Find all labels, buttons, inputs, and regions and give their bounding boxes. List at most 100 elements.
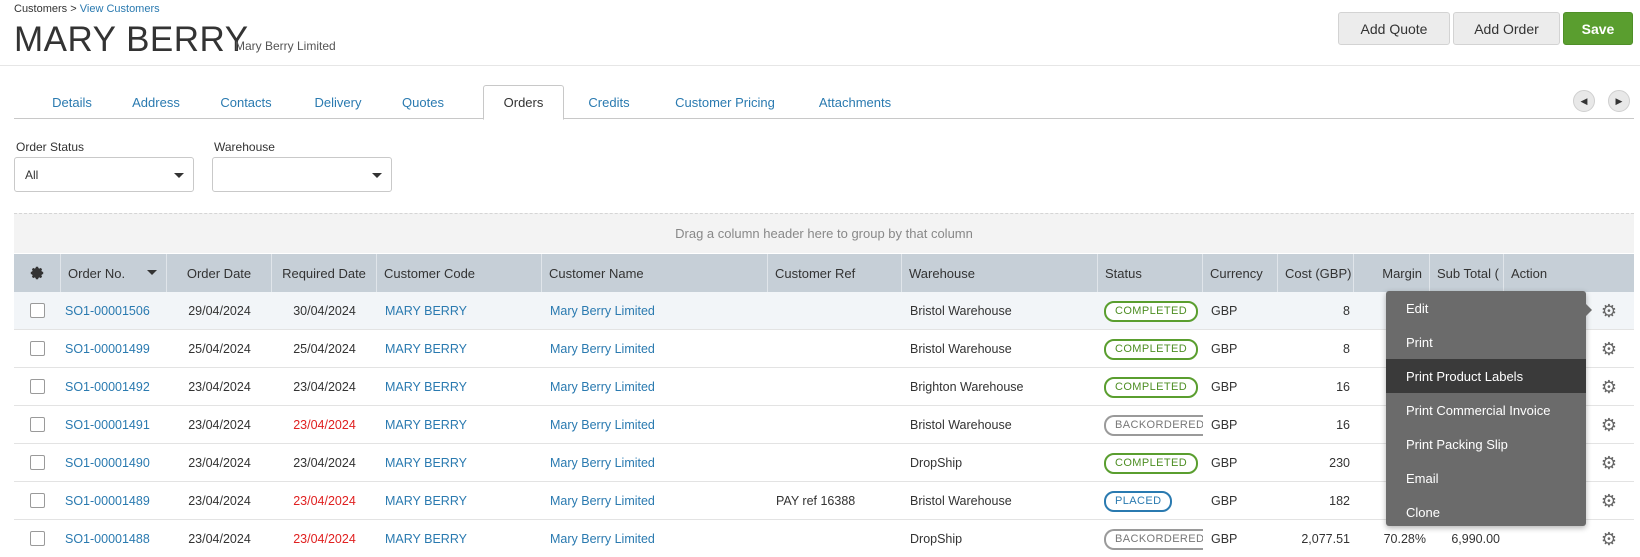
customer-name-link[interactable]: Mary Berry Limited [550, 444, 766, 482]
column-header-currency[interactable]: Currency [1203, 254, 1278, 292]
customer-code-link[interactable]: MARY BERRY [385, 520, 540, 557]
tab-customer-pricing[interactable]: Customer Pricing [654, 85, 796, 119]
column-header-order-no[interactable]: Order No. [61, 254, 167, 292]
group-by-drop-zone[interactable]: Drag a column header here to group by th… [14, 213, 1634, 253]
customer-code-link[interactable]: MARY BERRY [385, 406, 540, 444]
customer-name-link[interactable]: Mary Berry Limited [550, 482, 766, 520]
warehouse-select[interactable] [212, 157, 392, 192]
tab-contacts[interactable]: Contacts [204, 85, 288, 119]
row-action-gear-icon[interactable]: ⚙ [1600, 378, 1618, 396]
page-subtitle: Mary Berry Limited [235, 39, 336, 53]
header-divider [0, 65, 1640, 66]
column-header-sub-total[interactable]: Sub Total ( [1430, 254, 1504, 292]
menu-item-print-commercial-invoice[interactable]: Print Commercial Invoice [1386, 393, 1586, 427]
customer-code-link[interactable]: MARY BERRY [385, 444, 540, 482]
customer-code-link[interactable]: MARY BERRY [385, 368, 540, 406]
tab-attachments[interactable]: Attachments [806, 85, 904, 119]
status-cell: PLACED [1104, 482, 1203, 520]
customer-ref [776, 520, 900, 557]
menu-item-print[interactable]: Print [1386, 325, 1586, 359]
tab-orders[interactable]: Orders [483, 85, 564, 120]
row-action-gear-icon[interactable]: ⚙ [1600, 530, 1618, 548]
column-settings-icon[interactable] [14, 254, 61, 292]
customer-name-link[interactable]: Mary Berry Limited [550, 292, 766, 330]
column-header-customer-name[interactable]: Customer Name [542, 254, 768, 292]
menu-item-email[interactable]: Email [1386, 461, 1586, 495]
tab-details[interactable]: Details [36, 85, 108, 119]
customer-ref [776, 406, 900, 444]
customer-code-link[interactable]: MARY BERRY [385, 482, 540, 520]
order-no-link[interactable]: SO1-00001499 [65, 330, 169, 368]
order-no-link[interactable]: SO1-00001492 [65, 368, 169, 406]
status-badge: COMPLETED [1104, 300, 1199, 322]
status-cell: BACKORDERED [1104, 520, 1203, 557]
required-date: 30/04/2024 [293, 304, 356, 318]
customer-name-link[interactable]: Mary Berry Limited [550, 368, 766, 406]
warehouse: Bristol Warehouse [910, 304, 1012, 318]
customer-ref [776, 330, 900, 368]
customer-code-link[interactable]: MARY BERRY [385, 292, 540, 330]
breadcrumb-customers[interactable]: Customers [14, 3, 67, 15]
row-action-gear-icon[interactable]: ⚙ [1600, 454, 1618, 472]
row-action-gear-icon[interactable]: ⚙ [1600, 416, 1618, 434]
tab-quotes[interactable]: Quotes [388, 85, 458, 119]
column-header-customer-ref[interactable]: Customer Ref [768, 254, 902, 292]
row-action-gear-icon[interactable]: ⚙ [1600, 492, 1618, 510]
status-cell: COMPLETED [1104, 368, 1203, 406]
tab-scroll-left-icon[interactable]: ◀ [1573, 90, 1595, 112]
menu-item-print-product-labels[interactable]: Print Product Labels [1386, 359, 1586, 393]
add-quote-button[interactable]: Add Quote [1338, 12, 1450, 45]
grid-header: Order No. Order Date Required Date Custo… [14, 254, 1634, 292]
save-button[interactable]: Save [1563, 12, 1633, 45]
required-date: 23/04/2024 [293, 532, 356, 546]
order-no-link[interactable]: SO1-00001506 [65, 292, 169, 330]
menu-item-print-packing-slip[interactable]: Print Packing Slip [1386, 427, 1586, 461]
row-checkbox[interactable] [30, 303, 45, 318]
column-header-status[interactable]: Status [1098, 254, 1203, 292]
tab-credits[interactable]: Credits [574, 85, 644, 119]
row-checkbox[interactable] [30, 455, 45, 470]
order-status-label: Order Status [16, 140, 85, 154]
required-date: 25/04/2024 [293, 342, 356, 356]
tab-delivery[interactable]: Delivery [298, 85, 378, 119]
order-no-link[interactable]: SO1-00001489 [65, 482, 169, 520]
status-badge: COMPLETED [1104, 376, 1199, 398]
chevron-down-icon [174, 173, 184, 178]
order-no-link[interactable]: SO1-00001491 [65, 406, 169, 444]
add-order-button[interactable]: Add Order [1453, 12, 1560, 45]
customer-code-link[interactable]: MARY BERRY [385, 330, 540, 368]
row-action-gear-icon[interactable]: ⚙ [1600, 302, 1618, 320]
required-date: 23/04/2024 [293, 456, 356, 470]
column-header-required-date[interactable]: Required Date [272, 254, 377, 292]
row-checkbox[interactable] [30, 493, 45, 508]
row-checkbox[interactable] [30, 531, 45, 546]
row-checkbox[interactable] [30, 341, 45, 356]
customer-name-link[interactable]: Mary Berry Limited [550, 406, 766, 444]
order-status-value: All [25, 167, 39, 182]
order-date: 25/04/2024 [188, 342, 251, 356]
order-no-link[interactable]: SO1-00001490 [65, 444, 169, 482]
customer-name-link[interactable]: Mary Berry Limited [550, 330, 766, 368]
column-header-warehouse[interactable]: Warehouse [902, 254, 1098, 292]
order-status-select[interactable]: All [14, 157, 194, 192]
column-header-customer-code[interactable]: Customer Code [377, 254, 542, 292]
warehouse-label: Warehouse [214, 140, 275, 154]
column-header-order-date[interactable]: Order Date [167, 254, 272, 292]
menu-item-edit[interactable]: Edit [1386, 291, 1586, 325]
tab-address[interactable]: Address [118, 85, 194, 119]
page-title: MARY BERRY [14, 20, 249, 59]
menu-item-clone[interactable]: Clone [1386, 495, 1586, 529]
column-header-margin[interactable]: Margin [1354, 254, 1430, 292]
currency: GBP [1211, 304, 1238, 318]
breadcrumb-view-customers[interactable]: View Customers [80, 3, 160, 15]
customer-ref [776, 292, 900, 330]
row-action-gear-icon[interactable]: ⚙ [1600, 340, 1618, 358]
tab-scroll-right-icon[interactable]: ▶ [1608, 90, 1630, 112]
column-header-cost[interactable]: Cost (GBP) [1278, 254, 1354, 292]
row-checkbox[interactable] [30, 379, 45, 394]
cost: 2,077.51 [1301, 532, 1350, 546]
warehouse: Bristol Warehouse [910, 494, 1012, 508]
customer-name-link[interactable]: Mary Berry Limited [550, 520, 766, 557]
row-checkbox[interactable] [30, 417, 45, 432]
order-no-link[interactable]: SO1-00001488 [65, 520, 169, 557]
